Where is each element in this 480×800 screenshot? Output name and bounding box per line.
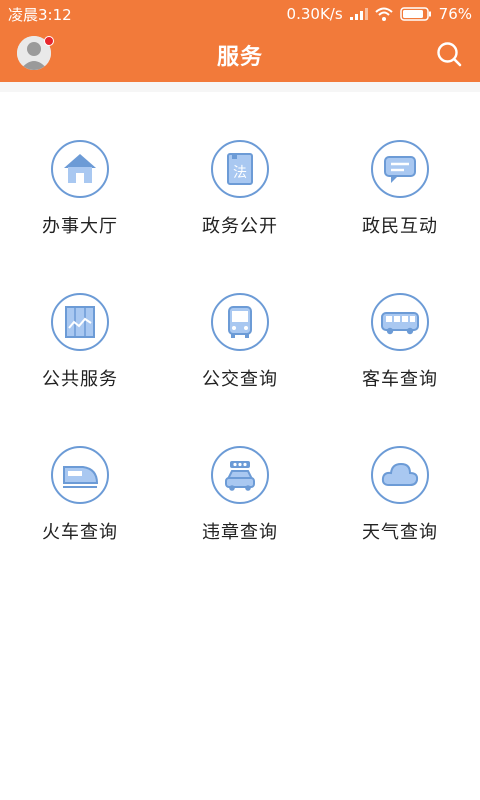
- chart-board-icon: [65, 306, 95, 338]
- service-label: 办事大厅: [42, 216, 118, 237]
- cloud-icon: [381, 462, 419, 486]
- service-icon-circle: [371, 446, 429, 504]
- network-speed: 0.30K/s: [286, 5, 343, 23]
- search-icon[interactable]: [435, 40, 463, 68]
- service-label: 公共服务: [42, 369, 118, 390]
- app-header: 服务: [0, 28, 480, 82]
- svg-text:法: 法: [233, 165, 247, 181]
- service-icon-circle: [211, 446, 269, 504]
- service-item[interactable]: 公共服务: [0, 245, 160, 395]
- wifi-icon: [374, 7, 393, 21]
- service-label: 公交查询: [202, 369, 278, 390]
- coach-bus-icon: [381, 312, 419, 335]
- page-title: 服务: [216, 45, 263, 70]
- service-label: 客车查询: [362, 369, 438, 390]
- notification-dot: [44, 36, 54, 46]
- service-label: 火车查询: [42, 522, 118, 543]
- service-item[interactable]: 违章查询: [160, 398, 320, 548]
- service-item[interactable]: 办事大厅: [0, 92, 160, 242]
- status-time: 凌晨3:12: [8, 5, 72, 24]
- service-icon-circle: [51, 446, 109, 504]
- service-item[interactable]: 政民互动: [320, 92, 480, 242]
- signal-icon: [349, 8, 368, 20]
- service-label: 政务公开: [202, 216, 278, 237]
- service-item[interactable]: 公交查询: [160, 245, 320, 395]
- service-icon-circle: [51, 140, 109, 198]
- service-icon-circle: [51, 293, 109, 351]
- service-item[interactable]: 客车查询: [320, 245, 480, 395]
- status-indicators: 0.30K/s 76%: [287, 5, 472, 23]
- service-icon-circle: 法: [211, 140, 269, 198]
- service-label: 政民互动: [362, 216, 438, 237]
- service-label: 天气查询: [362, 522, 438, 543]
- train-icon: [63, 466, 99, 488]
- car-icon: [225, 461, 255, 491]
- status-bar: 凌晨3:12 0.30K/s 76%: [0, 0, 480, 28]
- service-item[interactable]: 法 政务公开: [160, 92, 320, 242]
- service-icon-circle: [211, 293, 269, 351]
- service-item[interactable]: 火车查询: [0, 398, 160, 548]
- battery-icon: [399, 7, 431, 21]
- law-book-icon: 法: [227, 153, 253, 185]
- service-label: 违章查询: [202, 522, 278, 543]
- header-divider: [0, 82, 480, 92]
- house-icon: [64, 154, 96, 183]
- service-icon-circle: [371, 293, 429, 351]
- chat-bubble-icon: [384, 156, 416, 183]
- service-icon-circle: [371, 140, 429, 198]
- battery-percent: 76%: [438, 5, 472, 23]
- service-item[interactable]: 天气查询: [320, 398, 480, 548]
- bus-front-icon: [228, 306, 252, 338]
